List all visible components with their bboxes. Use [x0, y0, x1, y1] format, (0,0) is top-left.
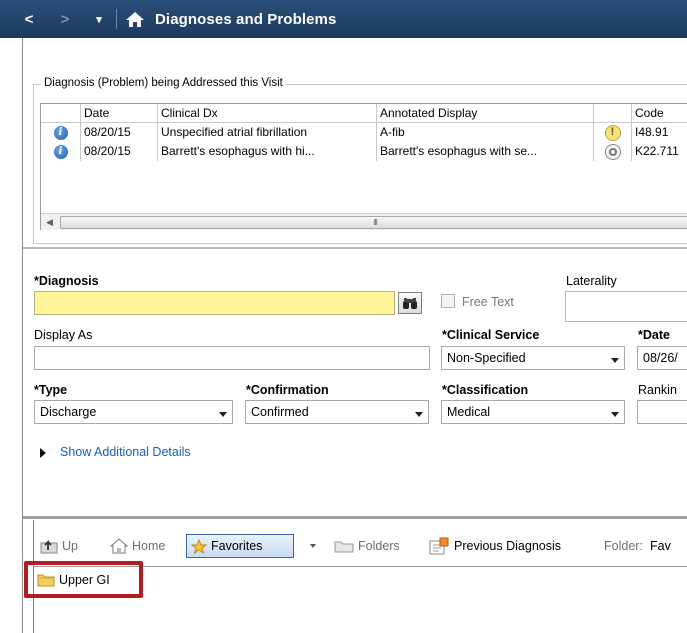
classification-select[interactable]: Medical: [441, 400, 625, 424]
chevron-down-icon: [611, 412, 619, 417]
info-icon[interactable]: i: [53, 125, 68, 140]
row-date: 08/20/15: [81, 142, 158, 161]
table-header: Date Clinical Dx Annotated Display Code: [41, 104, 687, 123]
clinical-service-select[interactable]: Non-Specified: [441, 346, 625, 370]
diagnosis-label: *Diagnosis: [34, 274, 99, 288]
row-status-cell: [594, 142, 632, 161]
display-as-input[interactable]: [34, 346, 430, 370]
date-input[interactable]: 08/26/: [637, 346, 687, 370]
folders-button[interactable]: Folders: [334, 535, 400, 557]
laterality-label: Laterality: [566, 274, 617, 288]
chevron-down-icon: [611, 358, 619, 363]
classification-value: Medical: [447, 405, 491, 419]
chevron-down-icon: [415, 412, 423, 417]
favorites-button[interactable]: Favorites: [186, 534, 294, 558]
column-header-clinical-dx[interactable]: Clinical Dx: [158, 104, 377, 122]
binoculars-icon: [403, 297, 417, 309]
date-label: *Date: [638, 328, 670, 342]
free-text-label: Free Text: [462, 295, 514, 309]
type-select[interactable]: Discharge: [34, 400, 233, 424]
type-label: *Type: [34, 383, 68, 397]
table-row[interactable]: i 08/20/15 Unspecified atrial fibrillati…: [41, 123, 687, 142]
clinical-service-value: Non-Specified: [447, 351, 526, 365]
column-header-date[interactable]: Date: [81, 104, 158, 122]
free-text-checkbox[interactable]: [441, 294, 455, 308]
show-additional-details-link[interactable]: Show Additional Details: [60, 445, 191, 459]
row-code: K22.711: [635, 144, 679, 158]
ranking-select[interactable]: [637, 400, 687, 424]
previous-diagnosis-button[interactable]: Previous Diagnosis: [428, 535, 561, 557]
star-icon: [191, 538, 207, 554]
previous-diagnosis-icon: [428, 537, 450, 555]
highlight-annotation-box: [24, 561, 143, 598]
type-value: Discharge: [40, 405, 97, 419]
row-status-cell: !: [594, 123, 632, 142]
up-button[interactable]: Up: [40, 535, 78, 557]
pane-splitter[interactable]: [23, 247, 687, 249]
expand-triangle-icon[interactable]: [40, 448, 46, 458]
back-button[interactable]: <: [18, 11, 40, 28]
folder-label-text: Folder:: [604, 539, 643, 553]
column-header-icon[interactable]: [41, 104, 81, 122]
row-clinical-dx: Barrett's esophagus with hi...: [158, 142, 377, 161]
display-as-label: Display As: [34, 328, 93, 342]
frame-border: [22, 38, 23, 633]
scrollbar-thumb[interactable]: III: [60, 216, 687, 229]
confirmation-label: *Confirmation: [246, 383, 329, 397]
page-title: Diagnoses and Problems: [155, 10, 337, 28]
scroll-grip: III: [373, 218, 378, 227]
row-annotated-display: A-fib: [377, 123, 594, 142]
diagnosis-input[interactable]: [34, 291, 395, 315]
radio-icon: [604, 143, 621, 160]
favorites-label: Favorites: [211, 539, 263, 553]
diagnosis-group-label: Diagnosis (Problem) being Addressed this…: [41, 77, 286, 89]
row-date: 08/20/15: [81, 123, 158, 142]
folder-icon: [334, 539, 354, 553]
previous-diagnosis-label: Previous Diagnosis: [454, 539, 561, 553]
home-icon[interactable]: [125, 10, 145, 28]
column-header-code[interactable]: Code: [632, 104, 687, 122]
home-label: Home: [132, 539, 166, 553]
pane-splitter-bottom[interactable]: [23, 516, 687, 519]
classification-label: *Classification: [442, 383, 529, 397]
table-row[interactable]: i 08/20/15 Barrett's esophagus with hi..…: [41, 142, 687, 161]
house-icon: [110, 538, 128, 554]
laterality-select[interactable]: [565, 291, 687, 322]
folder-label: Folder:: [604, 535, 643, 557]
row-info-cell[interactable]: i: [41, 142, 81, 161]
confirmation-select[interactable]: Confirmed: [245, 400, 429, 424]
title-separator: [116, 9, 117, 29]
column-header-annotated-display[interactable]: Annotated Display: [377, 104, 594, 122]
scroll-left-icon[interactable]: ◀: [41, 214, 58, 231]
row-annotated-display: Barrett's esophagus with se...: [377, 142, 594, 161]
favorites-dropdown-icon[interactable]: [310, 544, 316, 548]
row-code: I48.91: [635, 125, 669, 139]
clinical-service-label: *Clinical Service: [442, 328, 540, 342]
column-header-status[interactable]: [594, 104, 632, 122]
row-clinical-dx: Unspecified atrial fibrillation: [158, 123, 377, 142]
search-button[interactable]: [398, 292, 422, 314]
horizontal-scrollbar[interactable]: ◀ III: [41, 213, 687, 230]
title-bar: < > ▾ Diagnoses and Problems: [0, 0, 687, 38]
folders-label: Folders: [358, 539, 400, 553]
chevron-down-icon: [219, 412, 227, 417]
diagnosis-table: Date Clinical Dx Annotated Display Code …: [40, 103, 687, 230]
history-dropdown-button[interactable]: ▾: [88, 13, 110, 26]
info-icon[interactable]: i: [53, 144, 68, 159]
warning-icon: !: [604, 124, 621, 141]
up-label: Up: [62, 539, 78, 553]
up-folder-icon: [40, 538, 58, 554]
folder-value-text: Fav: [650, 539, 671, 553]
forward-button[interactable]: >: [54, 11, 76, 28]
home-button[interactable]: Home: [110, 535, 165, 557]
confirmation-value: Confirmed: [251, 405, 309, 419]
folder-value[interactable]: Fav: [650, 535, 671, 557]
row-info-cell[interactable]: i: [41, 123, 81, 142]
ranking-label: Rankin: [638, 383, 677, 397]
